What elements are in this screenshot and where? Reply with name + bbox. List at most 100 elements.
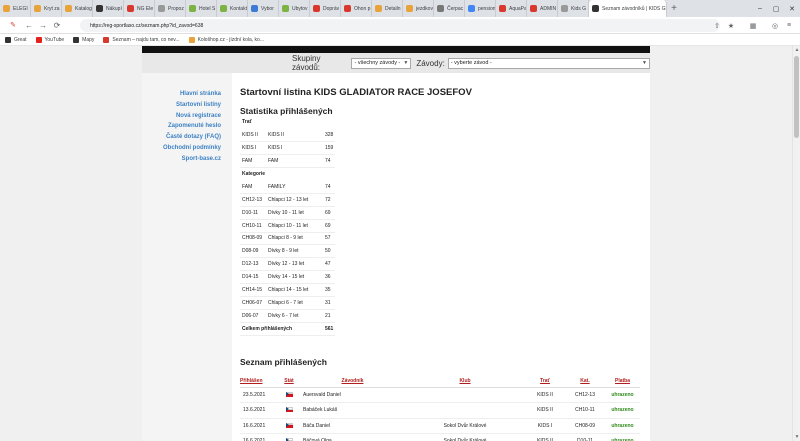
forward-arrow-icon[interactable]: →	[36, 21, 50, 30]
tab-favicon-icon	[34, 5, 41, 12]
stats-name: Chlapci 6 - 7 let	[266, 296, 321, 310]
tab-favicon-icon	[220, 5, 227, 12]
stats-name: Dívky 14 - 15 let	[266, 270, 321, 285]
browser-tab[interactable]: Ohon p	[341, 0, 372, 17]
menu-link[interactable]: Obchodní podmínky	[142, 143, 232, 154]
browser-tab[interactable]: ELEGI	[0, 0, 31, 17]
tab-label: AquaPa	[509, 5, 527, 12]
left-menu: Hlavní stránka Startovní listiny Nová regi…	[142, 73, 232, 441]
browser-tab[interactable]: Propoz	[155, 0, 186, 17]
bookmark-favicon-icon	[188, 36, 195, 43]
stats-row: CH08-09 Chlapci 8 - 9 let 57	[240, 232, 335, 246]
browser-tab[interactable]: Detailn	[372, 0, 403, 17]
stats-row: CH06-07 Chlapci 6 - 7 let 31	[240, 296, 335, 310]
browser-tab[interactable]: ADMIN	[527, 0, 558, 17]
menu-link[interactable]: Nová registrace	[142, 111, 232, 122]
address-bar[interactable]: https://reg-sportlaso.cz/seznam.php?id_z…	[80, 19, 720, 32]
stats-name: Dívky 8 - 9 let	[266, 244, 321, 259]
menu-link[interactable]: Startovní listiny	[142, 100, 232, 111]
stats-code: KIDS II	[240, 128, 266, 143]
tab-label: Kontakt	[230, 5, 247, 12]
tab-favicon-icon	[65, 5, 72, 12]
browser-tab[interactable]: Katalog	[62, 0, 93, 17]
browser-tab[interactable]: Čerpac	[434, 0, 465, 17]
bookmark-item[interactable]: Seznam – najdu tam, co nev...	[103, 36, 180, 43]
browser-tab[interactable]: NG Ele	[124, 0, 155, 17]
tab-label: Kryt za	[44, 5, 60, 12]
stats-code: FAM	[240, 154, 266, 169]
menu-link[interactable]: Sport-base.cz	[142, 154, 232, 165]
menu-icon[interactable]: ≡	[782, 22, 796, 29]
minimize-icon[interactable]: –	[752, 5, 768, 12]
browser-tab[interactable]: Seznam závodníků | KIDS GLAD✕	[589, 0, 667, 17]
profile-icon[interactable]: ◎	[768, 22, 782, 30]
share-icon[interactable]: ⇧	[710, 22, 724, 30]
extensions-icon[interactable]: ▦	[738, 22, 768, 30]
group-select-value: - všechny závody -	[354, 60, 401, 66]
bookmark-item[interactable]: YouTube	[35, 36, 64, 43]
tab-favicon-icon	[406, 5, 413, 12]
close-window-icon[interactable]: ✕	[784, 5, 800, 13]
column-header[interactable]: Kat.	[565, 375, 605, 388]
race-select[interactable]: - vyberte závod - ▼	[447, 57, 650, 69]
browser-tab[interactable]: Kryt za	[31, 0, 62, 17]
page-scrollbar[interactable]: ▲ ▼	[792, 46, 800, 441]
new-tab-button[interactable]: +	[667, 3, 681, 14]
bookmark-item[interactable]: Kološhop.cz - jízdní kola, ko...	[188, 36, 264, 43]
tab-favicon-icon	[592, 5, 599, 12]
browser-tab[interactable]: Nákupí	[93, 0, 124, 17]
menu-link[interactable]: Zapomenuté heslo	[142, 121, 232, 132]
maximize-icon[interactable]: ▢	[768, 5, 784, 13]
tab-label: Kids G	[571, 5, 587, 12]
scroll-up-icon[interactable]: ▲	[793, 46, 800, 54]
menu-link[interactable]: Časté dotazy (FAQ)	[142, 132, 232, 143]
browser-tab[interactable]: pension	[465, 0, 496, 17]
back-arrow-icon[interactable]: ←	[22, 21, 36, 30]
stats-row: FAM FAM 74	[240, 154, 335, 169]
stats-count: 35	[321, 283, 335, 297]
stats-name: Dívky 10 - 11 let	[266, 206, 321, 220]
browser-tab[interactable]: Kontakt	[217, 0, 248, 17]
browser-tab[interactable]: Kids G	[558, 0, 589, 17]
browser-tab[interactable]: Hotel S	[186, 0, 217, 17]
scrollbar-thumb[interactable]	[794, 56, 799, 138]
content-panel: Hlavní stránka Startovní listiny Nová regi…	[142, 73, 650, 441]
bookmark-item[interactable]: Great	[5, 36, 27, 43]
stats-section-label: Trať	[242, 119, 252, 126]
stats-section-header: Trať	[240, 116, 335, 129]
column-header[interactable]: Přihlášen	[240, 375, 278, 388]
stats-code: CH10-11	[240, 219, 266, 233]
stats-code: FAM	[240, 180, 266, 194]
browser-tab[interactable]: Vybor	[248, 0, 279, 17]
scroll-down-icon[interactable]: ▼	[793, 433, 800, 441]
reload-icon[interactable]: ⟳	[50, 21, 64, 30]
tab-label: Čerpac	[447, 5, 464, 12]
column-header[interactable]: Klub	[405, 375, 525, 388]
stats-count: 74	[321, 180, 335, 194]
tab-label: Katalog	[75, 5, 92, 12]
bookmark-star-icon[interactable]: ★	[724, 22, 738, 30]
reg-payment: uhrazeno	[605, 418, 640, 434]
column-header[interactable]: Trať	[525, 375, 565, 388]
race-select-value: - vyberte závod -	[450, 60, 492, 66]
tab-label: ELEGI	[13, 5, 28, 12]
stats-section-label: Kategorie	[242, 171, 266, 178]
browser-tab[interactable]: AquaPa	[496, 0, 527, 17]
column-header[interactable]: Závodník	[300, 375, 405, 388]
tab-label: Vybor	[261, 5, 274, 12]
browser-tab[interactable]: Dopráv	[310, 0, 341, 17]
group-select[interactable]: - všechny závody - ▼	[351, 57, 412, 69]
column-header[interactable]: Platba	[605, 375, 640, 388]
stats-section-header: Kategorie	[240, 168, 335, 181]
column-header[interactable]: Stát	[278, 375, 300, 388]
menu-link[interactable]: Hlavní stránka	[142, 89, 232, 100]
site-info-icon[interactable]: ✎	[6, 21, 20, 29]
stats-name: Chlapci 12 - 13 let	[266, 193, 321, 207]
browser-tab[interactable]: jezdkov	[403, 0, 434, 17]
race-filter-label: Závody:	[416, 58, 445, 68]
tab-favicon-icon	[344, 5, 351, 12]
browser-tab[interactable]: Ubytov	[279, 0, 310, 17]
bookmarks-bar: Great YouTube Mapy Seznam – najdu tam, co n…	[0, 34, 800, 46]
bookmark-item[interactable]: Mapy	[73, 36, 94, 43]
bookmark-favicon-icon	[103, 36, 110, 43]
